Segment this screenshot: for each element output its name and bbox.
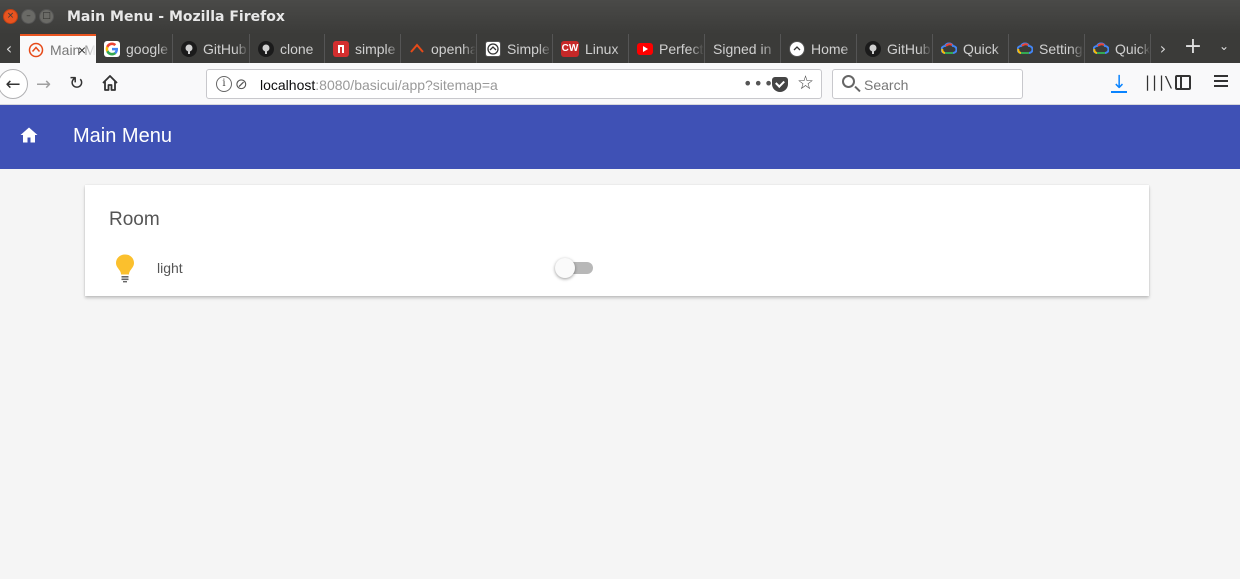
url-text[interactable]: localhost:8080/basicui/app?sitemap=a bbox=[260, 77, 498, 93]
tab-strip: ‹ Main Menu × google GitHub clone simple bbox=[0, 34, 1240, 63]
github-icon bbox=[865, 40, 881, 57]
app-header: Main Menu bbox=[0, 105, 1240, 169]
tab-quick-2[interactable]: Quick bbox=[1085, 34, 1151, 63]
url-host: localhost bbox=[260, 77, 316, 93]
tab-label: Simple bbox=[507, 40, 550, 57]
frame-card-room: Room light bbox=[85, 185, 1149, 296]
tab-label: Linux bbox=[585, 40, 619, 57]
gcloud-icon bbox=[941, 41, 957, 57]
openhab-icon bbox=[28, 42, 44, 58]
hamburger-menu-icon[interactable] bbox=[1214, 75, 1228, 87]
tab-google[interactable]: google bbox=[96, 34, 173, 63]
lightbulb-icon bbox=[114, 253, 136, 283]
tab-github[interactable]: GitHub bbox=[173, 34, 250, 63]
window-titlebar: × – □ Main Menu - Mozilla Firefox bbox=[0, 0, 1240, 34]
openhab-red-icon bbox=[409, 41, 425, 57]
tab-label: clone bbox=[280, 40, 314, 57]
tab-label: Perfect bbox=[659, 40, 704, 57]
downloads-icon[interactable]: ↓ bbox=[1110, 72, 1128, 94]
pocket-icon[interactable] bbox=[772, 77, 788, 92]
library-icon[interactable]: |||\ bbox=[1143, 73, 1173, 91]
tab-linux[interactable]: CW Linux bbox=[553, 34, 629, 63]
tab-close-icon[interactable]: × bbox=[78, 42, 86, 58]
tab-clone[interactable]: clone bbox=[250, 34, 325, 63]
frame-title: Room bbox=[109, 209, 160, 230]
forward-button[interactable]: → bbox=[36, 74, 51, 95]
window-close-button[interactable]: × bbox=[3, 9, 18, 24]
window-minimize-button[interactable]: – bbox=[21, 9, 36, 24]
tab-simple[interactable]: simple bbox=[325, 34, 401, 63]
page-title: Main Menu bbox=[73, 125, 172, 147]
tab-label: Signed in bbox=[713, 40, 772, 57]
tab-github-2[interactable]: GitHub bbox=[857, 34, 933, 63]
list-all-tabs-button[interactable]: ⌄ bbox=[1216, 39, 1232, 57]
openhab-icon bbox=[789, 40, 805, 57]
page-actions-icon[interactable]: ••• bbox=[743, 74, 774, 93]
switch-thumb bbox=[555, 258, 575, 278]
light-toggle-switch[interactable] bbox=[555, 257, 593, 279]
home-icon bbox=[20, 127, 38, 143]
url-path: :8080/basicui/app?sitemap=a bbox=[315, 77, 498, 93]
url-bar[interactable]: i ⊘ localhost:8080/basicui/app?sitemap=a… bbox=[206, 69, 822, 99]
tab-label: Settings bbox=[1039, 40, 1084, 57]
tab-label: simple bbox=[355, 40, 396, 57]
tab-main-menu[interactable]: Main Menu × bbox=[20, 34, 96, 63]
window-title: Main Menu - Mozilla Firefox bbox=[67, 9, 285, 25]
red-square-icon bbox=[333, 40, 349, 57]
tab-simple-2[interactable]: Simple bbox=[477, 34, 553, 63]
tab-home[interactable]: Home bbox=[781, 34, 857, 63]
item-label-light: light bbox=[157, 260, 183, 276]
window-maximize-button[interactable]: □ bbox=[39, 9, 54, 24]
tab-label: GitHub bbox=[203, 40, 247, 57]
tab-quick[interactable]: Quick bbox=[933, 34, 1009, 63]
new-tab-button[interactable]: + bbox=[1183, 36, 1203, 59]
cw-icon: CW bbox=[561, 40, 579, 57]
tab-label: GitHub bbox=[887, 40, 931, 57]
tab-label: Quick bbox=[1115, 40, 1150, 57]
back-button[interactable]: ← bbox=[0, 69, 28, 99]
search-icon bbox=[842, 75, 855, 88]
tab-perfect[interactable]: Perfect bbox=[629, 34, 705, 63]
tab-label: Main Menu bbox=[50, 41, 96, 58]
gcloud-icon bbox=[1093, 41, 1109, 57]
gcloud-icon bbox=[1017, 41, 1033, 57]
openhab-icon bbox=[485, 40, 501, 57]
tab-scroll-left-button[interactable]: ‹ bbox=[0, 34, 18, 63]
search-placeholder: Search bbox=[864, 77, 909, 93]
home-button[interactable] bbox=[100, 73, 120, 93]
tab-scroll-right-button[interactable]: › bbox=[1154, 34, 1172, 63]
tracking-protection-icon[interactable]: ⊘ bbox=[235, 75, 248, 93]
sidebar-icon[interactable] bbox=[1175, 75, 1191, 90]
app-home-button[interactable] bbox=[19, 125, 39, 145]
google-icon bbox=[104, 40, 120, 57]
tab-label: google bbox=[126, 40, 169, 57]
github-icon bbox=[258, 40, 274, 57]
github-icon bbox=[181, 40, 197, 57]
tab-label: Home bbox=[811, 40, 849, 57]
bookmark-star-icon[interactable]: ☆ bbox=[797, 72, 814, 94]
tab-label: Quick bbox=[963, 40, 999, 57]
site-info-icon[interactable]: i bbox=[216, 76, 232, 92]
tab-label: openhab bbox=[431, 40, 476, 57]
tab-settings[interactable]: Settings bbox=[1009, 34, 1085, 63]
search-bar[interactable]: Search bbox=[832, 69, 1023, 99]
youtube-icon bbox=[637, 41, 653, 57]
home-icon bbox=[102, 75, 118, 91]
navigation-toolbar: ← → ↻ i ⊘ localhost:8080/basicui/app?sit… bbox=[0, 63, 1240, 105]
tab-signed-in[interactable]: Signed in bbox=[705, 34, 781, 63]
reload-button[interactable]: ↻ bbox=[69, 73, 84, 94]
tab-openhab[interactable]: openhab bbox=[401, 34, 477, 63]
